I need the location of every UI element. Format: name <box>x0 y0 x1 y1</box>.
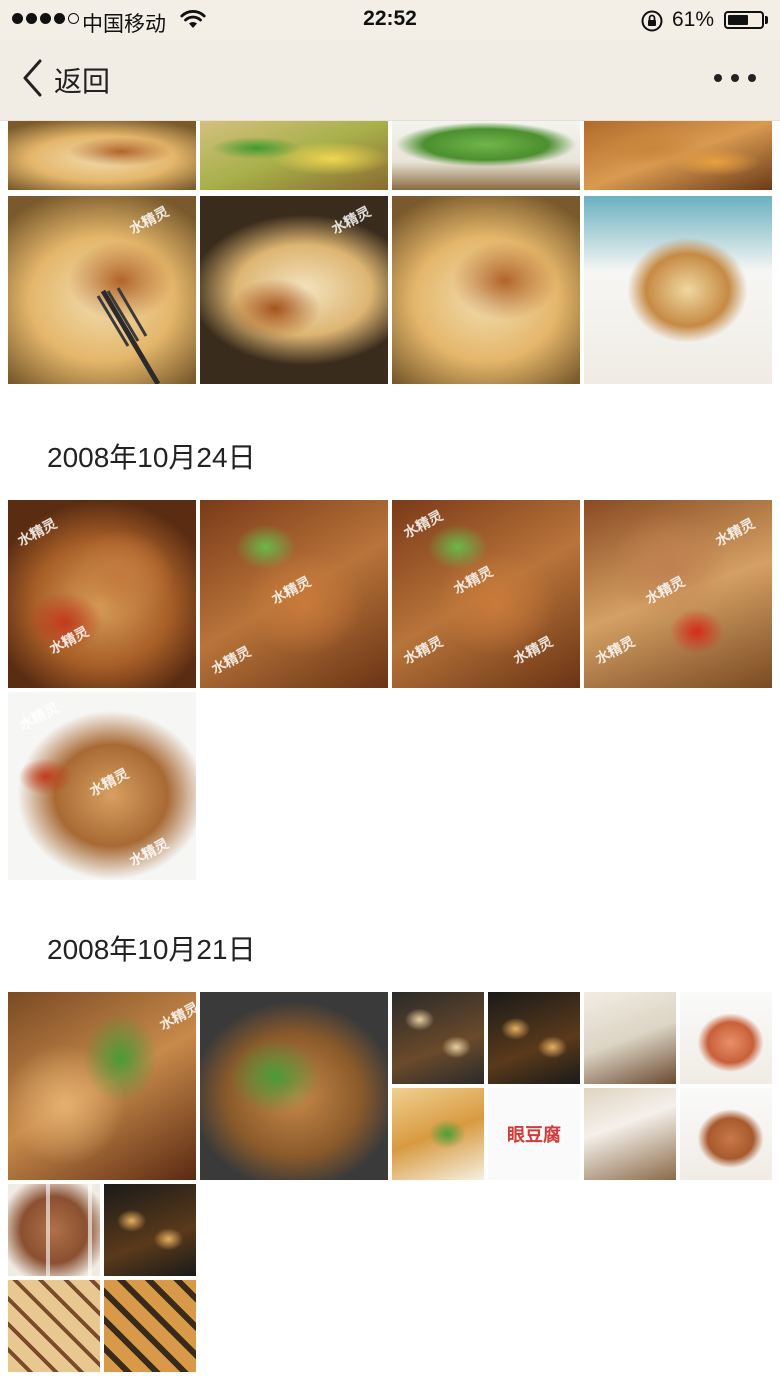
ellipsis-icon <box>714 74 722 82</box>
watermark-text: 水精灵 <box>451 563 496 598</box>
photo-thumbnail[interactable] <box>392 120 580 190</box>
back-label: 返回 <box>54 66 111 97</box>
photo-thumbnail-part <box>104 1280 196 1372</box>
section-date-header: 2008年10月24日 <box>47 442 256 473</box>
watermark-text: 水精灵 <box>511 633 556 668</box>
photo-thumbnail-part <box>680 992 772 1084</box>
photo-thumbnail-part <box>584 992 676 1084</box>
chevron-left-icon <box>22 59 44 102</box>
status-bar: 中国移动 22:52 61% <box>0 0 780 40</box>
photo-thumbnail[interactable] <box>392 196 580 384</box>
photo-album-screen: 中国移动 22:52 61% 返回 水精灵 水精灵 2008年10月24日 水精… <box>0 0 780 1387</box>
navigation-bar: 返回 <box>0 40 780 121</box>
photo-thumbnail[interactable]: 水精灵 <box>8 992 196 1180</box>
photo-thumbnail-part <box>680 1088 772 1180</box>
watermark-text: 水精灵 <box>209 643 254 678</box>
battery-icon <box>724 11 764 29</box>
photo-thumbnail[interactable] <box>8 120 196 190</box>
photo-thumbnail[interactable]: 水精灵 水精灵 <box>8 500 196 688</box>
photo-thumbnail-part <box>104 1184 196 1276</box>
watermark-text: 水精灵 <box>401 633 446 668</box>
photo-row-partial <box>8 120 772 190</box>
ellipsis-icon <box>748 74 756 82</box>
photo-list[interactable]: 水精灵 水精灵 2008年10月24日 水精灵 水精灵 水精灵 水精灵 水精灵 … <box>0 120 780 1387</box>
fork-icon <box>96 287 161 384</box>
photo-thumbnail[interactable] <box>584 120 772 190</box>
photo-thumbnail-part <box>488 992 580 1084</box>
watermark-text: 水精灵 <box>329 203 374 238</box>
watermark-text: 水精灵 <box>17 699 62 734</box>
battery-cap <box>765 16 768 24</box>
watermark-text: 水精灵 <box>157 999 196 1034</box>
battery-fill <box>728 15 748 25</box>
image-caption-text: 眼豆腐 <box>507 1125 561 1146</box>
watermark-text: 水精灵 <box>87 765 132 800</box>
photo-thumbnail[interactable] <box>8 1184 196 1372</box>
photo-thumbnail[interactable] <box>584 196 772 384</box>
rotation-lock-icon <box>640 9 664 38</box>
photo-thumbnail-part <box>584 1088 676 1180</box>
photo-thumbnail[interactable]: 水精灵 水精灵 <box>200 500 388 688</box>
watermark-text: 水精灵 <box>127 835 172 870</box>
photo-thumbnail[interactable] <box>200 992 388 1180</box>
watermark-text: 水精灵 <box>593 633 638 668</box>
photo-thumbnail[interactable]: 水精灵 <box>8 196 196 384</box>
photo-thumbnail-part <box>392 1088 484 1180</box>
photo-grid: 水精灵 眼豆腐 <box>8 992 772 1372</box>
photo-thumbnail[interactable] <box>584 992 772 1180</box>
battery-percent: 61% <box>672 8 715 31</box>
back-button[interactable]: 返回 <box>22 59 111 102</box>
photo-thumbnail-part <box>8 1280 100 1372</box>
ellipsis-icon <box>731 74 739 82</box>
watermark-text: 水精灵 <box>47 623 92 658</box>
photo-row: 水精灵 水精灵 <box>8 196 772 384</box>
watermark-text: 水精灵 <box>15 515 60 550</box>
watermark-text: 水精灵 <box>401 507 446 542</box>
more-options-button[interactable] <box>714 74 756 82</box>
section-date-header: 2008年10月21日 <box>47 934 256 965</box>
photo-thumbnail-part: 眼豆腐 <box>488 1088 580 1180</box>
photo-thumbnail[interactable]: 水精灵 水精灵 水精灵 水精灵 <box>392 500 580 688</box>
watermark-text: 水精灵 <box>269 573 314 608</box>
photo-thumbnail-part <box>8 1184 100 1276</box>
photo-thumbnail[interactable]: 水精灵 水精灵 水精灵 <box>8 692 196 880</box>
photo-thumbnail[interactable]: 水精灵 水精灵 水精灵 <box>584 500 772 688</box>
photo-thumbnail[interactable]: 眼豆腐 <box>392 992 580 1180</box>
photo-thumbnail[interactable]: 水精灵 <box>200 196 388 384</box>
photo-grid: 水精灵 水精灵 水精灵 水精灵 水精灵 水精灵 水精灵 水精灵 水精灵 水精灵 … <box>8 500 772 880</box>
photo-thumbnail[interactable] <box>200 120 388 190</box>
photo-thumbnail-part <box>392 992 484 1084</box>
watermark-text: 水精灵 <box>643 573 688 608</box>
watermark-text: 水精灵 <box>713 515 758 550</box>
